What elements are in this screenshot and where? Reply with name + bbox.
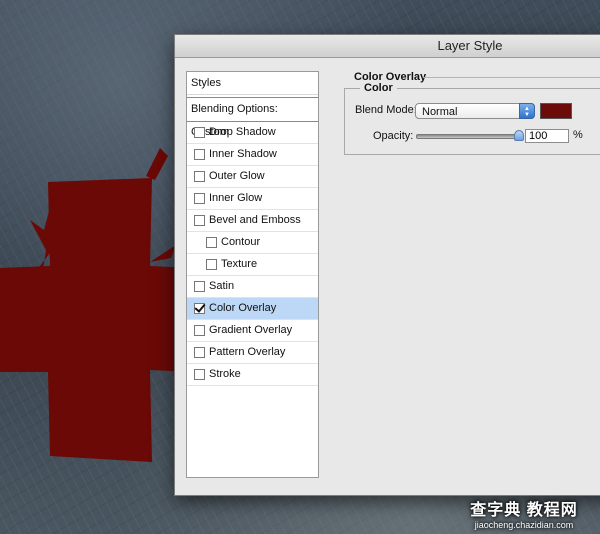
dialog-titlebar[interactable]: Layer Style — [175, 35, 600, 58]
style-item-label: Texture — [221, 258, 258, 270]
style-item-label: Gradient Overlay — [209, 324, 293, 336]
blending-options-item[interactable]: Blending Options: Custom — [187, 97, 318, 138]
style-item-label: Bevel and Emboss — [209, 214, 301, 226]
site-watermark: 查字典 教程网 jiaocheng.chazidian.com — [454, 496, 594, 530]
style-item-label: Pattern Overlay — [209, 346, 286, 358]
watermark-logo-text: 查字典 教程网 — [470, 502, 578, 519]
style-item-checkbox[interactable] — [194, 215, 205, 226]
style-item-checkbox[interactable] — [194, 303, 205, 314]
style-item-label: Outer Glow — [209, 170, 265, 182]
splatter-top — [146, 148, 168, 180]
color-group-title: Color — [360, 82, 397, 94]
style-item-color-overlay[interactable]: Color Overlay — [187, 298, 318, 320]
overlay-color-swatch[interactable] — [540, 103, 572, 119]
opacity-unit: % — [573, 129, 583, 141]
style-item-checkbox[interactable] — [194, 325, 205, 336]
style-items-list: Drop Shadow Inner Shadow Outer Glow Inner G… — [187, 122, 318, 386]
styles-header[interactable]: Styles — [187, 72, 318, 95]
style-item-label: Satin — [209, 280, 235, 292]
style-item-checkbox[interactable] — [194, 347, 205, 358]
style-item-checkbox[interactable] — [194, 127, 205, 138]
style-item-checkbox[interactable] — [194, 281, 205, 292]
blend-mode-value: Normal — [422, 106, 458, 118]
style-item-checkbox[interactable] — [194, 149, 205, 160]
color-group-box: Color Blend Mode: Normal ▲▼ Opacity: % — [344, 82, 600, 155]
cross-shape — [0, 178, 196, 462]
style-item-satin[interactable]: Satin — [187, 276, 318, 298]
opacity-label: Opacity: — [373, 130, 414, 142]
style-item-inner-shadow[interactable]: Inner Shadow — [187, 144, 318, 166]
style-item-stroke[interactable]: Stroke — [187, 364, 318, 386]
style-item-label: Inner Glow — [209, 192, 263, 204]
style-item-gradient-overlay[interactable]: Gradient Overlay — [187, 320, 318, 342]
style-item-checkbox[interactable] — [194, 193, 205, 204]
style-item-label: Drop Shadow — [209, 126, 276, 138]
dialog-title: Layer Style — [437, 38, 503, 53]
styles-list-panel: Styles Blending Options: Custom Drop Sha… — [186, 71, 319, 478]
opacity-input[interactable] — [525, 129, 569, 143]
style-item-texture[interactable]: Texture — [187, 254, 318, 276]
style-item-outer-glow[interactable]: Outer Glow — [187, 166, 318, 188]
style-item-label: Inner Shadow — [209, 148, 277, 160]
blend-mode-select[interactable]: Normal ▲ ▼ — [415, 103, 535, 119]
opacity-slider[interactable] — [416, 130, 524, 141]
style-item-checkbox[interactable] — [206, 259, 217, 270]
splatter-right — [150, 245, 176, 262]
updown-arrows-icon[interactable]: ▲ ▼ — [519, 103, 535, 119]
style-item-label: Stroke — [209, 368, 241, 380]
style-item-inner-glow[interactable]: Inner Glow — [187, 188, 318, 210]
style-item-label: Contour — [221, 236, 261, 248]
style-item-pattern-overlay[interactable]: Pattern Overlay — [187, 342, 318, 364]
section-divider — [423, 77, 600, 78]
style-item-label: Color Overlay — [209, 302, 277, 314]
style-item-checkbox[interactable] — [194, 171, 205, 182]
style-item-bevel-and-emboss[interactable]: Bevel and Emboss — [187, 210, 318, 232]
style-item-checkbox[interactable] — [206, 237, 217, 248]
blend-mode-label: Blend Mode: — [355, 104, 417, 116]
opacity-slider-thumb[interactable] — [514, 130, 524, 141]
watermark-url: jiaocheng.chazidian.com — [474, 520, 574, 530]
layer-style-dialog: Layer Style Styles Blending Options: Cus… — [174, 34, 600, 496]
color-overlay-panel: Color Overlay Color Blend Mode: Normal ▲… — [335, 71, 600, 155]
style-item-contour[interactable]: Contour — [187, 232, 318, 254]
style-item-checkbox[interactable] — [194, 369, 205, 380]
